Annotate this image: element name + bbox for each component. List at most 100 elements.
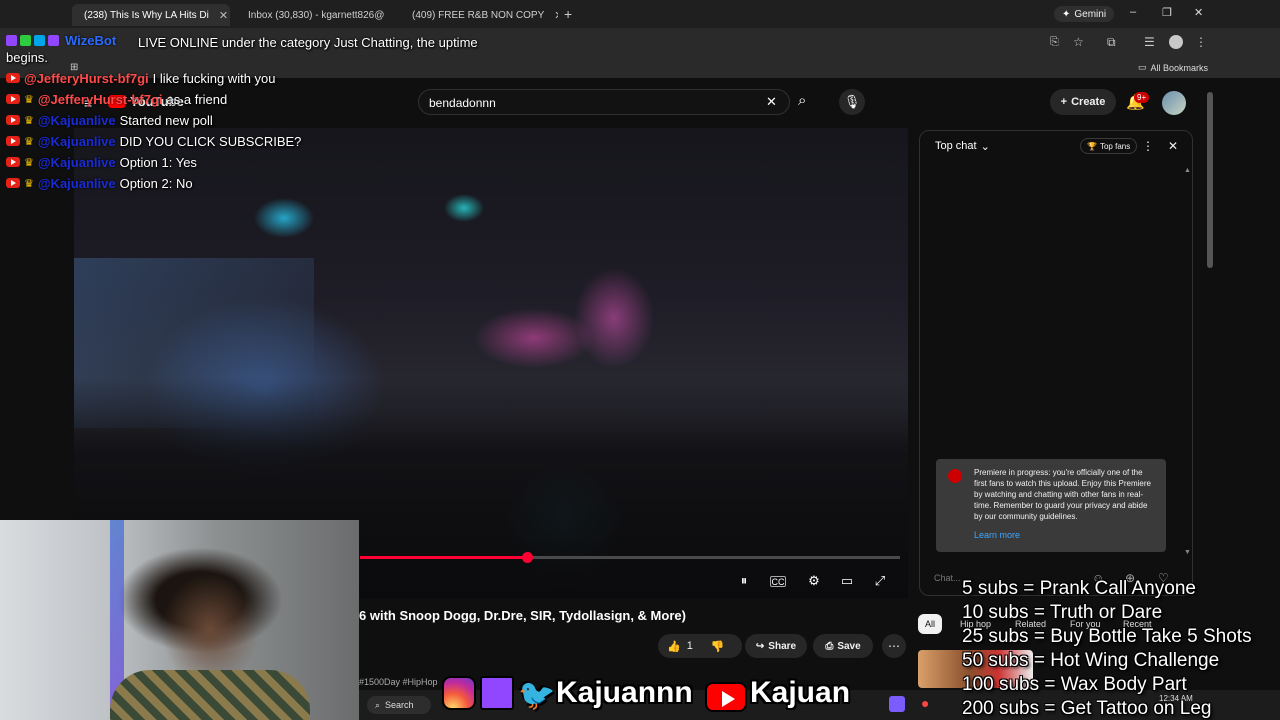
trophy-icon: 🏆 (1087, 141, 1097, 151)
chip-all[interactable]: All (918, 614, 943, 634)
top-chat-dropdown[interactable]: Top chat ⌄ (935, 140, 990, 153)
close-tab-icon[interactable]: ✕ (219, 9, 228, 22)
chat-username: @Kajuanlive (37, 112, 116, 128)
overlay-chat-line: ♛ @Kajuanlive Started new poll (6, 110, 213, 130)
discord-taskbar-icon[interactable] (889, 696, 905, 712)
chat-message: as a friend (166, 91, 228, 107)
crown-icon: ♛ (24, 156, 34, 169)
chat-username: @Kajuanlive (37, 175, 116, 191)
webcam-feed (0, 520, 359, 720)
tab-title: Inbox (30,830) - kgarnett826@ (248, 9, 385, 21)
scroll-down-icon[interactable]: ▼ (1184, 549, 1191, 556)
plus-icon: + (1060, 96, 1068, 108)
like-thumb-icon[interactable]: 👍 (667, 640, 681, 653)
browser-tab-youtube-2[interactable]: (409) FREE R&B NON COPY ✕ (400, 4, 558, 26)
pause-icon[interactable]: ⏸ (733, 572, 755, 590)
sub-goal: 100 subs = Wax Body Part (962, 674, 1187, 695)
theater-mode-icon[interactable]: ▭ (836, 572, 858, 590)
page-scrollbar[interactable] (1207, 92, 1213, 268)
chat-username: @Kajuanlive (37, 133, 116, 149)
bookmark-icon: ⎙ (825, 640, 834, 652)
crown-icon: ♛ (24, 93, 34, 106)
settings-gear-icon[interactable]: ⚙ (803, 572, 825, 590)
folder-icon: ▭ (1138, 62, 1147, 72)
like-dislike-group: 👍 1 👎 (658, 634, 742, 658)
streamer-shirt (110, 670, 310, 720)
sub-goal: 5 subs = Prank Call Anyone (962, 578, 1196, 599)
account-avatar[interactable] (1162, 91, 1186, 115)
search-input[interactable]: bendadonnn (418, 89, 790, 115)
browser-tab-youtube[interactable]: (238) This Is Why LA Hits Di ✕ (72, 4, 230, 26)
app-taskbar-icon[interactable]: ● (921, 695, 929, 711)
notification-count-badge: 9+ (1134, 92, 1150, 103)
premiere-notice-card: Premiere in progress: you're officially … (936, 459, 1166, 552)
social-handle-primary: Kajuannn (556, 676, 693, 709)
new-tab-button[interactable]: + (564, 6, 572, 22)
video-title: 6 with Snoop Dogg, Dr.Dre, SIR, Tydollas… (359, 608, 686, 623)
bot-name: WizeBot (65, 33, 117, 48)
sparkle-icon: ✦ (1062, 8, 1071, 20)
chat-input[interactable]: Chat... (934, 573, 961, 583)
install-app-icon[interactable]: ⎘ (1050, 36, 1059, 49)
browser-tab-strip: (238) This Is Why LA Hits Di ✕ Inbox (30… (0, 0, 1280, 28)
bookmark-star-icon[interactable]: ☆ (1073, 35, 1084, 49)
chat-message: Option 2: No (119, 175, 193, 191)
minimize-button[interactable]: – (1130, 6, 1136, 18)
share-button[interactable]: ↪ Share (745, 634, 807, 658)
share-label: Share (768, 640, 797, 652)
close-window-button[interactable]: ✕ (1194, 6, 1203, 19)
create-button[interactable]: + Create (1050, 89, 1116, 115)
restore-button[interactable]: ❐ (1162, 6, 1172, 19)
save-button[interactable]: ⎙ Save (813, 634, 873, 658)
sub-goal: 25 subs = Buy Bottle Take 5 Shots (962, 626, 1252, 647)
search-icon[interactable]: ⌕ (798, 92, 806, 109)
scroll-up-icon[interactable]: ▲ (1184, 167, 1191, 174)
search-icon: ⌕ (375, 699, 381, 710)
youtube-badge-icon (6, 157, 20, 167)
chat-username: @Kajuanlive (37, 154, 116, 170)
robot-icon (48, 35, 59, 46)
youtube-badge-icon (6, 94, 20, 104)
taskbar-search-label: Search (385, 700, 414, 710)
overlay-chat-line: ♛ @Kajuanlive DID YOU CLICK SUBSCRIBE? (6, 131, 301, 151)
sub-goal: 10 subs = Truth or Dare (962, 602, 1163, 623)
more-actions-icon[interactable]: ⋯ (882, 634, 906, 658)
bot-message-continued: begins. (6, 50, 48, 65)
instagram-icon (442, 676, 476, 710)
dislike-thumb-icon[interactable]: 👎 (711, 640, 725, 653)
chat-message: Option 1: Yes (119, 154, 197, 170)
search-query: bendadonnn (429, 96, 496, 110)
youtube-badge-icon (6, 73, 20, 83)
overlay-chat-line: ♛ @JefferyHurst-bf7gi as a friend (6, 89, 227, 109)
gemini-label: Gemini (1074, 8, 1107, 20)
clear-search-icon[interactable]: ✕ (766, 94, 777, 110)
top-fans-button[interactable]: 🏆 Top fans (1080, 138, 1138, 154)
social-handle-secondary: Kajuan (750, 676, 851, 709)
crown-icon: ♛ (24, 177, 34, 190)
platform-icons: WizeBot (6, 33, 116, 48)
like-count: 1 (686, 640, 693, 652)
menu-kebab-icon[interactable]: ⋮ (1195, 35, 1207, 49)
twitter-bird-icon: 🐦 (518, 679, 556, 712)
close-tab-icon[interactable]: ✕ (554, 9, 558, 22)
browser-tab-gmail[interactable]: Inbox (30,830) - kgarnett826@ ✕ (236, 4, 394, 26)
microphone-icon[interactable]: 🎙 (839, 89, 865, 115)
youtube-badge-icon (6, 115, 20, 125)
overlay-chat-line: ♛ @Kajuanlive Option 1: Yes (6, 152, 197, 172)
close-chat-icon[interactable]: ✕ (1168, 139, 1178, 153)
extensions-icon[interactable]: ⧉ (1107, 35, 1116, 50)
captions-icon[interactable]: CC (770, 576, 786, 587)
fullscreen-icon[interactable]: ⤢ (869, 572, 891, 590)
chat-message: Started new poll (119, 112, 213, 128)
chat-username: @JefferyHurst-bf7gi (37, 91, 163, 107)
profile-avatar[interactable] (1169, 35, 1183, 49)
crown-icon: ♛ (24, 114, 34, 127)
taskbar-search[interactable]: ⌕ Search (367, 696, 431, 714)
all-bookmarks-button[interactable]: ▭ All Bookmarks (1138, 62, 1208, 73)
media-controls-icon[interactable]: ☰ (1144, 35, 1155, 49)
youtube-notice-icon (948, 469, 962, 483)
chat-more-icon[interactable]: ⋮ (1142, 139, 1154, 153)
gemini-button[interactable]: ✦ Gemini (1054, 6, 1115, 22)
learn-more-link[interactable]: Learn more (974, 530, 1156, 541)
tab-title: (409) FREE R&B NON COPY (412, 9, 545, 21)
